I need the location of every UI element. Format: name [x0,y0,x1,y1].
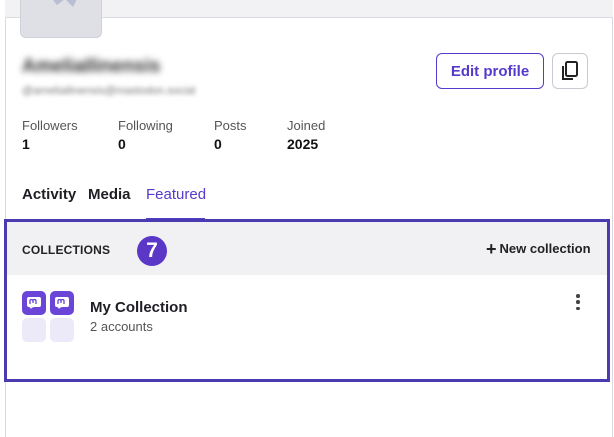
tab-activity[interactable]: Activity [22,186,76,203]
edit-profile-button[interactable]: Edit profile [436,53,544,89]
stat-label: Joined [287,118,326,133]
stat-value: 1 [22,136,30,152]
copy-button[interactable] [552,53,588,89]
display-name: AmeliaIlinensis [22,56,161,77]
stat-joined: Joined 2025 [287,118,325,152]
tab-media[interactable]: Media [88,186,131,203]
stat-value: 0 [118,136,126,152]
stat-following[interactable]: Following 0 [118,118,173,152]
copy-icon [562,61,578,80]
avatar [20,0,102,38]
highlight-frame [4,219,610,382]
avatar-placeholder-icon [53,0,77,7]
stat-posts[interactable]: Posts 0 [214,118,247,152]
tab-featured[interactable]: Featured [146,186,206,203]
account-handle: @ameliailinensis@mastodon.social [22,85,196,97]
stat-label: Following [118,118,173,133]
stat-followers[interactable]: Followers 1 [22,118,78,152]
stat-label: Followers [22,118,78,133]
stat-label: Posts [214,118,247,133]
stat-value: 0 [214,136,222,152]
stat-value: 2025 [287,136,319,152]
